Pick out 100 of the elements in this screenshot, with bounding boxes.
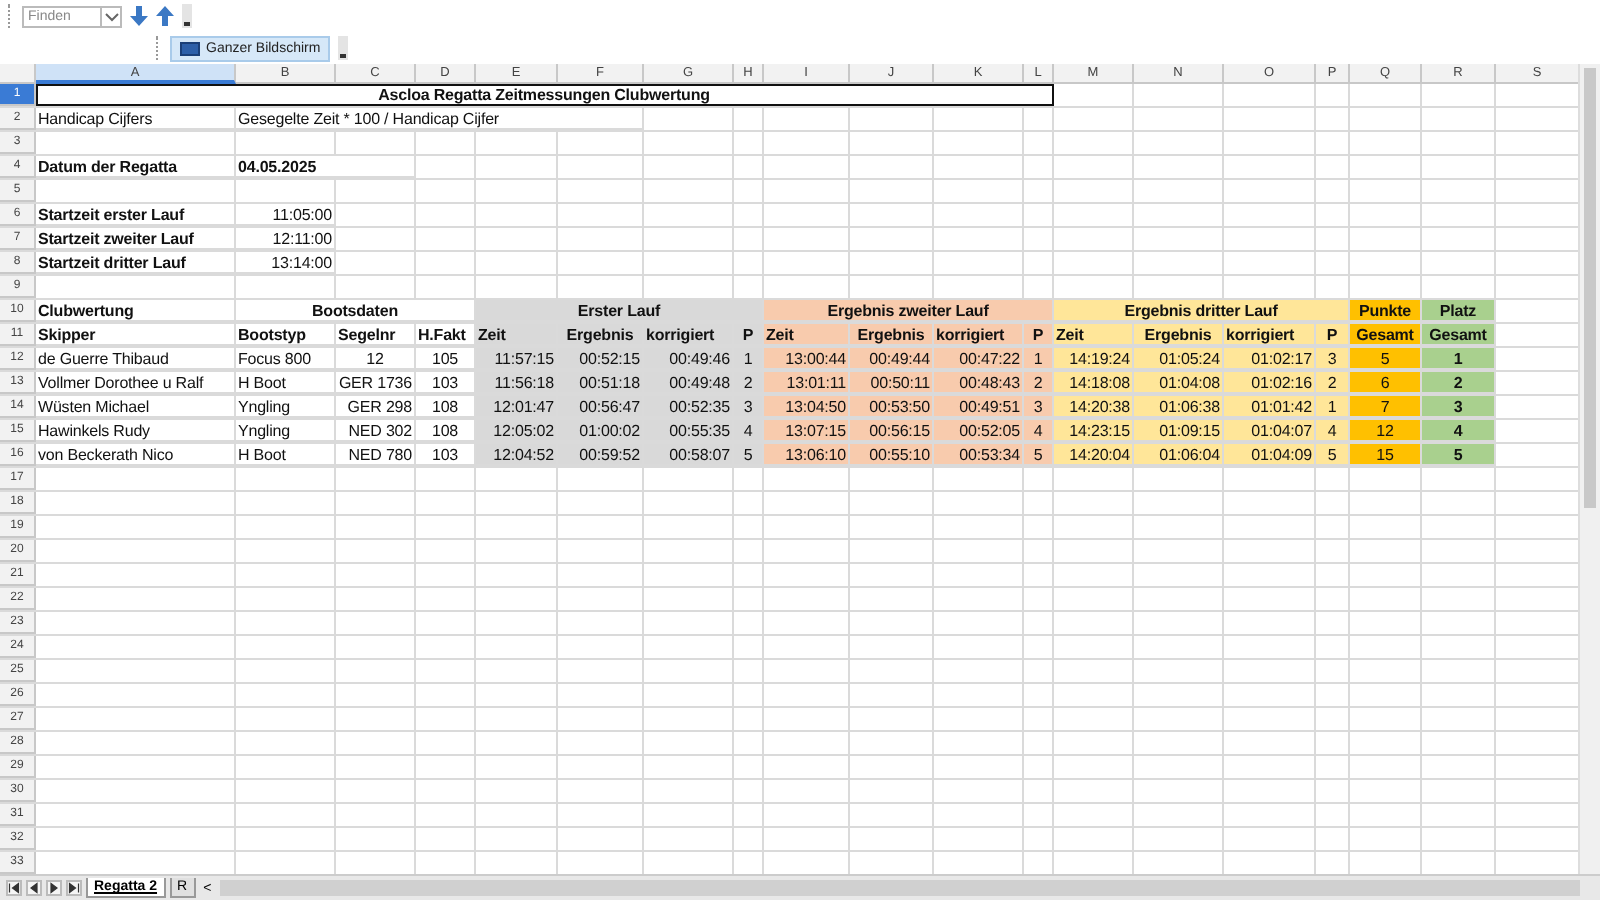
table-cell: 13:04:50 bbox=[764, 396, 850, 418]
table-cell: Bootsdaten bbox=[236, 300, 476, 322]
table-cell: 11:56:18 bbox=[476, 372, 558, 394]
sheet-nav-button[interactable] bbox=[46, 880, 62, 896]
table-cell: 3 bbox=[1024, 396, 1054, 418]
table-cell: Ergebnis bbox=[850, 324, 934, 346]
table-cell: 1 bbox=[734, 348, 764, 370]
table-cell: H.Fakt bbox=[416, 324, 476, 346]
table-cell: 5 bbox=[1350, 348, 1422, 370]
table-cell: 12 bbox=[1350, 420, 1422, 442]
vertical-scrollbar[interactable] bbox=[1578, 64, 1600, 874]
table-cell: 00:51:18 bbox=[558, 372, 644, 394]
more-icon[interactable] bbox=[182, 4, 192, 28]
table-cell: 5 bbox=[1422, 444, 1496, 466]
table-cell: Startzeit zweiter Lauf bbox=[36, 228, 236, 250]
table-cell: 01:06:38 bbox=[1134, 396, 1224, 418]
table-cell: Ergebnis bbox=[558, 324, 644, 346]
table-cell: 15 bbox=[1350, 444, 1422, 466]
table-cell: 14:23:15 bbox=[1054, 420, 1134, 442]
table-cell: 00:53:50 bbox=[850, 396, 934, 418]
table-cell: Ergebnis zweiter Lauf bbox=[764, 300, 1054, 322]
table-cell: 1 bbox=[1024, 348, 1054, 370]
table-cell: Platz bbox=[1422, 300, 1496, 322]
table-cell: 12:05:02 bbox=[476, 420, 558, 442]
table-cell: 00:55:35 bbox=[644, 420, 734, 442]
table-cell: 00:52:35 bbox=[644, 396, 734, 418]
table-cell: 01:09:15 bbox=[1134, 420, 1224, 442]
table-cell: Ergebnis bbox=[1134, 324, 1224, 346]
table-cell: 01:04:07 bbox=[1224, 420, 1316, 442]
table-cell: 00:52:05 bbox=[934, 420, 1024, 442]
arrow-down-icon[interactable] bbox=[130, 6, 148, 26]
table-cell: 1 bbox=[1422, 348, 1496, 370]
table-cell: Bootstyp bbox=[236, 324, 336, 346]
table-cell: 01:00:02 bbox=[558, 420, 644, 442]
table-cell: 13:01:11 bbox=[764, 372, 850, 394]
chevron-down-icon bbox=[103, 8, 119, 24]
table-cell: Handicap Cijfers bbox=[36, 108, 236, 130]
table-cell: Vollmer Dorothee u Ralf bbox=[36, 372, 236, 394]
table-cell: 00:56:15 bbox=[850, 420, 934, 442]
table-cell: 3 bbox=[1316, 348, 1350, 370]
table-cell: 00:50:11 bbox=[850, 372, 934, 394]
table-cell: Gesegelte Zeit * 100 / Handicap Cijfer bbox=[236, 108, 644, 130]
table-cell: 13:14:00 bbox=[236, 252, 336, 274]
table-cell: 108 bbox=[416, 396, 476, 418]
table-cell: 04.05.2025 bbox=[236, 156, 416, 178]
table-cell: 12:04:52 bbox=[476, 444, 558, 466]
table-cell: 14:20:04 bbox=[1054, 444, 1134, 466]
table-cell: 108 bbox=[416, 420, 476, 442]
horizontal-scrollbar[interactable] bbox=[219, 880, 1580, 896]
table-cell: 00:48:43 bbox=[934, 372, 1024, 394]
table-cell: Yngling bbox=[236, 396, 336, 418]
table-cell: 14:20:38 bbox=[1054, 396, 1134, 418]
table-cell: 14:18:08 bbox=[1054, 372, 1134, 394]
sheet-nav-button[interactable] bbox=[26, 880, 42, 896]
table-cell: 13:00:44 bbox=[764, 348, 850, 370]
table-cell: 12:01:47 bbox=[476, 396, 558, 418]
more-icon[interactable] bbox=[338, 36, 349, 60]
table-cell: 11:05:00 bbox=[236, 204, 336, 226]
table-cell: 13:06:10 bbox=[764, 444, 850, 466]
table-cell: 103 bbox=[416, 444, 476, 466]
table-cell: H Boot bbox=[236, 372, 336, 394]
triangle-icon bbox=[68, 882, 80, 894]
table-cell: 6 bbox=[1350, 372, 1422, 394]
table-cell: 7 bbox=[1350, 396, 1422, 418]
table-cell: 11:57:15 bbox=[476, 348, 558, 370]
table-cell: 00:49:48 bbox=[644, 372, 734, 394]
table-cell: Ergebnis dritter Lauf bbox=[1054, 300, 1350, 322]
sheet-nav-button[interactable] bbox=[66, 880, 82, 896]
table-cell: Zeit bbox=[476, 324, 558, 346]
table-cell: 2 bbox=[1316, 372, 1350, 394]
table-cell: 00:58:07 bbox=[644, 444, 734, 466]
table-cell: 2 bbox=[1422, 372, 1496, 394]
dropdown-button[interactable] bbox=[102, 5, 122, 27]
table-cell: 14:19:24 bbox=[1054, 348, 1134, 370]
table-cell: 5 bbox=[1024, 444, 1054, 466]
table-cell: 00:52:15 bbox=[558, 348, 644, 370]
table-cell: Gesamt bbox=[1422, 324, 1496, 346]
table-cell: Clubwertung bbox=[36, 300, 236, 322]
table-cell: 4 bbox=[1024, 420, 1054, 442]
table-cell: korrigiert bbox=[644, 324, 734, 346]
table-cell: GER 1736 bbox=[336, 372, 416, 394]
table-cell: 3 bbox=[734, 396, 764, 418]
table-cell: 13:07:15 bbox=[764, 420, 850, 442]
table-cell: 00:49:51 bbox=[934, 396, 1024, 418]
table-cell: 5 bbox=[1316, 444, 1350, 466]
monitor-icon bbox=[180, 41, 200, 55]
table-cell: Datum der Regatta bbox=[36, 156, 236, 178]
table-cell: 00:56:47 bbox=[558, 396, 644, 418]
sheet-nav-button[interactable] bbox=[6, 880, 22, 896]
table-cell: Zeit bbox=[764, 324, 850, 346]
table-cell: 12 bbox=[336, 348, 416, 370]
triangle-icon bbox=[8, 882, 20, 894]
table-cell: 01:02:17 bbox=[1224, 348, 1316, 370]
table-cell: 2 bbox=[734, 372, 764, 394]
table-cell: 1 bbox=[1316, 396, 1350, 418]
arrow-up-icon[interactable] bbox=[156, 6, 174, 26]
table-cell: 12:11:00 bbox=[236, 228, 336, 250]
table-cell: Startzeit erster Lauf bbox=[36, 204, 236, 226]
table-cell: 5 bbox=[734, 444, 764, 466]
table-cell: Segelnr bbox=[336, 324, 416, 346]
